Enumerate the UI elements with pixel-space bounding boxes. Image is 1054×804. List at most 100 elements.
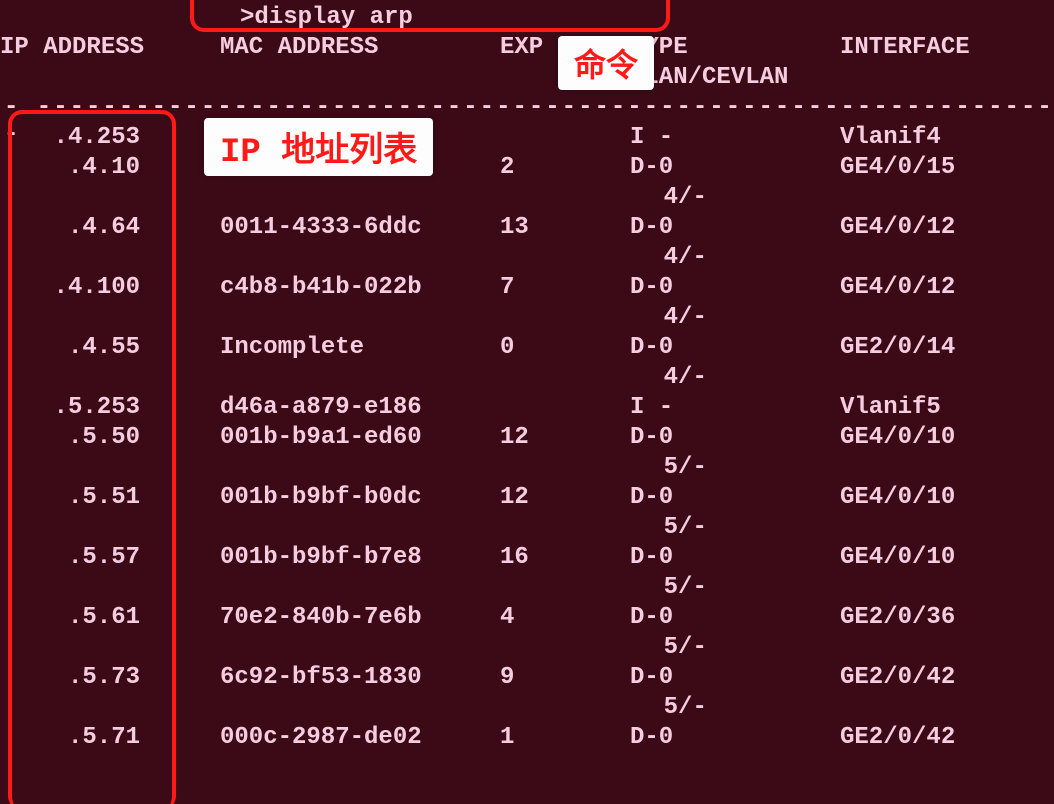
- cell-iface: Vlanif5: [840, 394, 1040, 421]
- cell-type: D-0: [630, 484, 840, 511]
- cell-type: D-0: [630, 604, 840, 631]
- cell-ip: .5.253: [0, 394, 220, 421]
- arp-table-body: .4.253I -Vlanif4.4.107071-bce3-edde2D-0G…: [0, 124, 1054, 754]
- hdr-vlan: VLAN/CEVLAN: [630, 64, 840, 91]
- cell-exp: 2: [500, 154, 630, 181]
- header-row: IP ADDRESS MAC ADDRESS EXP TYPE INTERFAC…: [0, 34, 1054, 64]
- cell-type: D-0: [630, 154, 840, 181]
- cell-mac: 001b-b9bf-b0dc: [220, 484, 500, 511]
- table-row: .4.640011-4333-6ddc13D-0GE4/0/12: [0, 214, 1054, 244]
- table-row-vlan: 4/-: [0, 244, 1054, 274]
- command-line: >display arp: [0, 4, 1054, 34]
- cell-vlan: 4/-: [604, 244, 864, 271]
- cell-vlan: 5/-: [604, 574, 864, 601]
- table-row: .5.736c92-bf53-18309D-0GE2/0/42: [0, 664, 1054, 694]
- cell-exp: 4: [500, 604, 630, 631]
- cell-ip: .5.51: [0, 484, 220, 511]
- cell-vlan: 5/-: [604, 514, 864, 541]
- table-row-vlan: 5/-: [0, 634, 1054, 664]
- cell-mac: 0011-4333-6ddc: [220, 214, 500, 241]
- table-row: .5.57001b-b9bf-b7e816D-0GE4/0/10: [0, 544, 1054, 574]
- cell-iface: GE4/0/15: [840, 154, 1040, 181]
- cell-ip: .4.64: [0, 214, 220, 241]
- cell-ip: .4.10: [0, 154, 220, 181]
- cell-vlan: 5/-: [604, 634, 864, 661]
- cell-iface: GE4/0/12: [840, 274, 1040, 301]
- cell-exp: 7: [500, 274, 630, 301]
- cell-mac: d46a-a879-e186: [220, 394, 500, 421]
- cell-mac: 000c-2987-de02: [220, 724, 500, 751]
- terminal: >display arp IP ADDRESS MAC ADDRESS EXP …: [0, 0, 1054, 804]
- cell-iface: GE2/0/42: [840, 724, 1040, 751]
- cell-vlan: 4/-: [604, 364, 864, 391]
- table-row-vlan: 5/-: [0, 694, 1054, 724]
- cell-type: D-0: [630, 724, 840, 751]
- table-row-vlan: 4/-: [0, 184, 1054, 214]
- cell-type: D-0: [630, 214, 840, 241]
- cell-mac: c4b8-b41b-022b: [220, 274, 500, 301]
- table-row: .5.71000c-2987-de021D-0GE2/0/42: [0, 724, 1054, 754]
- cell-type: D-0: [630, 274, 840, 301]
- cell-exp: 12: [500, 484, 630, 511]
- cell-vlan: 4/-: [604, 184, 864, 211]
- cell-iface: Vlanif4: [840, 124, 1040, 151]
- table-row: .4.55Incomplete0D-0GE2/0/14: [0, 334, 1054, 364]
- cell-vlan: 5/-: [604, 454, 864, 481]
- cell-ip: .4.55: [0, 334, 220, 361]
- cell-ip: .4.100: [0, 274, 220, 301]
- cell-iface: GE4/0/10: [840, 424, 1040, 451]
- cell-exp: 13: [500, 214, 630, 241]
- cell-type: I -: [630, 124, 840, 151]
- cell-ip: .5.61: [0, 604, 220, 631]
- table-row: .5.6170e2-840b-7e6b4D-0GE2/0/36: [0, 604, 1054, 634]
- table-row: .5.50001b-b9a1-ed6012D-0GE4/0/10: [0, 424, 1054, 454]
- cell-mac: 6c92-bf53-1830: [220, 664, 500, 691]
- cell-type: D-0: [630, 544, 840, 571]
- hdr-mac: MAC ADDRESS: [220, 34, 500, 61]
- cell-mac: 001b-b9a1-ed60: [220, 424, 500, 451]
- cell-exp: 9: [500, 664, 630, 691]
- table-row: .5.253d46a-a879-e186 I -Vlanif5: [0, 394, 1054, 424]
- cell-ip: .4.253: [0, 124, 220, 151]
- table-row-vlan: 4/-: [0, 304, 1054, 334]
- cell-exp: 16: [500, 544, 630, 571]
- hdr-type: TYPE: [630, 34, 840, 61]
- cell-type: I -: [630, 394, 840, 421]
- tag-command: 命令: [558, 36, 654, 90]
- hdr-iface: INTERFACE: [840, 34, 1040, 61]
- cell-iface: GE2/0/42: [840, 664, 1040, 691]
- cell-mac: 001b-b9bf-b7e8: [220, 544, 500, 571]
- cell-type: D-0: [630, 664, 840, 691]
- table-row: .5.51001b-b9bf-b0dc12D-0GE4/0/10: [0, 484, 1054, 514]
- cell-ip: .5.71: [0, 724, 220, 751]
- cell-type: D-0: [630, 334, 840, 361]
- cell-exp: 1: [500, 724, 630, 751]
- cell-vlan: 4/-: [604, 304, 864, 331]
- cell-iface: GE4/0/10: [840, 544, 1040, 571]
- table-row: .4.253 I -Vlanif4: [0, 124, 1054, 154]
- cell-iface: GE4/0/10: [840, 484, 1040, 511]
- cell-iface: GE4/0/12: [840, 214, 1040, 241]
- cell-ip: .5.50: [0, 424, 220, 451]
- tag-ip-list: IP 地址列表: [204, 118, 433, 176]
- table-row-vlan: 5/-: [0, 574, 1054, 604]
- cell-vlan: 5/-: [604, 694, 864, 721]
- table-row: .4.107071-bce3-edde2D-0GE4/0/15: [0, 154, 1054, 184]
- cell-iface: GE2/0/14: [840, 334, 1040, 361]
- table-row-vlan: 5/-: [0, 454, 1054, 484]
- cell-exp: 12: [500, 424, 630, 451]
- command-text: >display arp: [240, 4, 413, 31]
- cell-exp: 0: [500, 334, 630, 361]
- table-row-vlan: 4/-: [0, 364, 1054, 394]
- table-row: .4.100c4b8-b41b-022b7D-0GE4/0/12: [0, 274, 1054, 304]
- cell-ip: .5.57: [0, 544, 220, 571]
- cell-type: D-0: [630, 424, 840, 451]
- cell-mac: Incomplete: [220, 334, 500, 361]
- cell-iface: GE2/0/36: [840, 604, 1040, 631]
- header-subrow: VLAN/CEVLAN: [0, 64, 1054, 94]
- cell-ip: .5.73: [0, 664, 220, 691]
- hdr-ip: IP ADDRESS: [0, 34, 220, 61]
- table-row-vlan: 5/-: [0, 514, 1054, 544]
- divider: - --------------------------------------…: [0, 94, 1054, 124]
- cell-mac: 70e2-840b-7e6b: [220, 604, 500, 631]
